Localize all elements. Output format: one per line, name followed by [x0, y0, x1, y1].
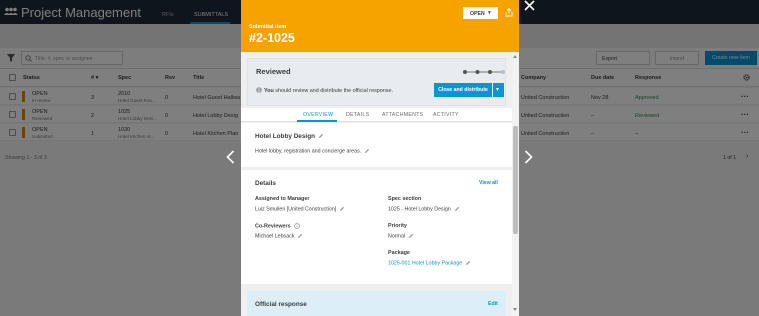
coreviewers-label-text: Co-Reviewers [255, 223, 291, 230]
package-value: 1025-001 Hotel Lobby Package [388, 260, 508, 266]
status-dropdown-label: OPEN [470, 11, 485, 17]
package-label: Package [388, 250, 410, 256]
assigned-value-text: Luiz Smullen [United Construction] [255, 206, 337, 213]
assigned-label: Assigned to Manager [255, 196, 310, 202]
chevron-down-icon: ▾ [488, 9, 491, 16]
close-and-distribute-button[interactable]: Close and distribute [434, 83, 492, 97]
item-description-text: Hotel lobby, registration and concierge … [255, 148, 362, 155]
details-section: Details View all Assigned to Manager Lui… [241, 170, 512, 284]
assigned-field: Assigned to Manager Luiz Smullen [United… [255, 196, 375, 212]
chevron-down-icon: ▾ [496, 86, 500, 93]
spec-section-value: 1025 - Hotel Lobby Design [388, 206, 508, 212]
edit-pencil-icon[interactable] [465, 260, 471, 266]
edit-pencil-icon[interactable] [297, 233, 303, 239]
details-heading: Details [255, 180, 276, 187]
submittal-item-panel: Submittal item #2-1025 OPEN ▾ Reviewed Y… [241, 0, 519, 316]
official-response-heading: Official response [255, 301, 307, 308]
spec-section-label: Spec section [388, 196, 422, 202]
scrollbar-thumb[interactable] [513, 126, 518, 234]
workflow-message-subject: You [264, 87, 274, 94]
panel-body: Reviewed You should review and distribut… [241, 52, 512, 316]
workflow-message: You should review and distribute the off… [264, 88, 393, 94]
priority-label: Priority [388, 223, 407, 229]
package-field: Package 1025-001 Hotel Lobby Package [388, 250, 508, 266]
coreviewers-field: Co-Reviewers Michael Lebsack [255, 223, 375, 240]
coreviewers-value-text: Michael Lebsack [255, 233, 295, 240]
tab-overview[interactable]: OVERVIEW [303, 112, 333, 118]
scroll-down-icon[interactable] [513, 308, 517, 311]
priority-value: Normal [388, 233, 508, 239]
coreviewers-value: Michael Lebsack [255, 233, 375, 240]
priority-value-text: Normal [388, 233, 406, 240]
item-name: Hotel Lobby Design [255, 133, 324, 140]
item-type-label: Submittal item [249, 24, 287, 30]
scrollbar[interactable] [512, 52, 519, 316]
view-all-link[interactable]: View all [479, 180, 498, 186]
tab-activity[interactable]: ACTIVITY [433, 112, 459, 118]
edit-pencil-icon[interactable] [339, 206, 345, 212]
scroll-up-icon[interactable] [513, 55, 517, 58]
workflow-message-text: should review and distribute the officia… [273, 87, 393, 94]
panel-header: Submittal item #2-1025 OPEN ▾ [241, 0, 519, 52]
next-item-icon[interactable] [524, 150, 533, 166]
info-icon [256, 87, 262, 95]
spec-section-field: Spec section 1025 - Hotel Lobby Design [388, 196, 508, 212]
previous-item-icon[interactable] [226, 150, 235, 166]
official-response-section: Official response Edit [247, 291, 506, 316]
close-icon[interactable] [524, 0, 535, 13]
package-link[interactable]: 1025-001 Hotel Lobby Package [388, 260, 462, 266]
share-icon[interactable] [505, 7, 513, 19]
info-icon [293, 223, 300, 229]
coreviewers-label: Co-Reviewers [255, 223, 375, 229]
tab-attachments[interactable]: ATTACHMENTS [382, 112, 423, 118]
item-number: #2-1025 [249, 31, 295, 45]
workflow-progress [463, 70, 505, 74]
edit-response-link[interactable]: Edit [488, 301, 498, 307]
status-dropdown[interactable]: OPEN ▾ [463, 7, 498, 19]
tab-bar [241, 108, 512, 122]
workflow-state: Reviewed [256, 67, 291, 76]
assigned-value: Luiz Smullen [United Construction] [255, 206, 375, 212]
edit-pencil-icon[interactable] [454, 206, 460, 212]
overview-section: Hotel Lobby Design Hotel lobby, registra… [241, 123, 512, 167]
more-actions-button[interactable]: ▾ [493, 83, 504, 97]
item-description: Hotel lobby, registration and concierge … [255, 148, 370, 154]
edit-pencil-icon[interactable] [408, 233, 414, 239]
item-name-text: Hotel Lobby Design [255, 133, 316, 140]
tab-details[interactable]: DETAILS [346, 112, 369, 118]
workflow-card: Reviewed You should review and distribut… [247, 58, 506, 106]
active-tab-underline [297, 120, 337, 122]
priority-field: Priority Normal [388, 223, 508, 239]
close-and-distribute-label: Close and distribute [438, 87, 488, 93]
edit-pencil-icon[interactable] [318, 133, 324, 139]
edit-pencil-icon[interactable] [364, 148, 370, 154]
spec-section-value-text: 1025 - Hotel Lobby Design [388, 206, 451, 213]
